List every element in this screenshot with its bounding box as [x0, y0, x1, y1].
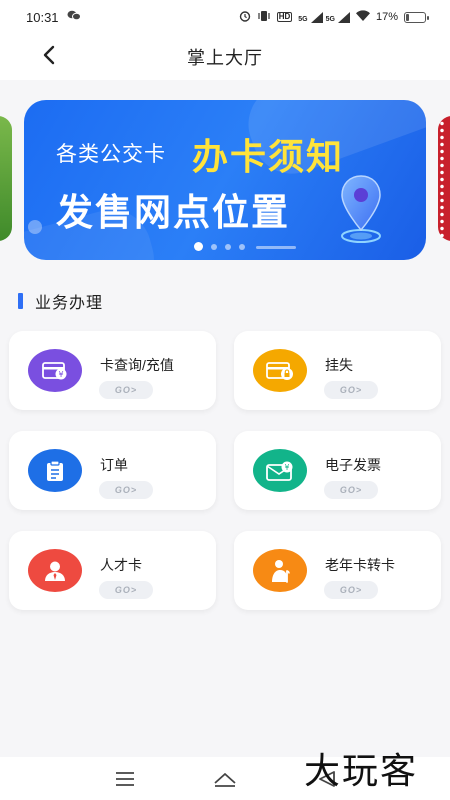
status-time: 10:31	[26, 9, 59, 25]
service-label: 卡查询/充值	[100, 357, 174, 373]
carousel-dot[interactable]	[225, 243, 231, 250]
service-card-senior-card-transfer[interactable]: 老年卡转卡 GO>	[234, 531, 441, 610]
service-label: 挂失	[325, 357, 353, 373]
carousel-dot[interactable]	[194, 242, 203, 251]
invoice-envelope-icon: ¥	[253, 449, 307, 492]
person-icon	[28, 549, 82, 592]
location-pin-icon	[338, 174, 384, 244]
network-label: 5G	[325, 15, 335, 23]
next-slide-preview[interactable]	[438, 116, 450, 241]
svg-text:¥: ¥	[58, 370, 63, 379]
go-button[interactable]: GO>	[324, 481, 378, 499]
prev-slide-preview[interactable]	[0, 116, 12, 241]
carousel-dot[interactable]	[239, 243, 245, 250]
service-label: 订单	[100, 457, 128, 473]
go-button[interactable]: GO>	[99, 581, 153, 599]
wechat-icon	[67, 10, 81, 24]
service-card-card-query-recharge[interactable]: ¥ 卡查询/充值 GO>	[9, 331, 216, 410]
go-button[interactable]: GO>	[99, 381, 153, 399]
banner-carousel[interactable]: 各类公交卡 办卡须知 发售网点位置	[0, 96, 450, 266]
status-bar: 10:31 HD 5G 5G 17%	[0, 0, 450, 34]
banner-highlight: 办卡须知	[192, 136, 345, 177]
elderly-person-icon	[253, 549, 307, 592]
card-lock-icon	[253, 349, 307, 392]
banner-slide[interactable]: 各类公交卡 办卡须知 发售网点位置	[24, 100, 426, 260]
service-label: 人才卡	[100, 557, 142, 573]
signal-icon: 5G 5G	[298, 11, 350, 23]
alarm-icon	[239, 10, 251, 25]
banner-decoration	[28, 220, 42, 234]
page-title: 掌上大厅	[187, 48, 263, 68]
network-label: 5G	[298, 15, 308, 23]
service-label: 电子发票	[325, 457, 381, 473]
banner-decoration	[256, 246, 296, 249]
back-button[interactable]	[34, 42, 64, 72]
go-button[interactable]: GO>	[324, 381, 378, 399]
service-card-talent-card[interactable]: 人才卡 GO>	[9, 531, 216, 610]
battery-level	[406, 13, 409, 21]
home-icon[interactable]	[210, 767, 240, 791]
card-yuan-icon: ¥	[28, 349, 82, 392]
menu-icon[interactable]	[110, 767, 140, 791]
app-header: 掌上大厅	[0, 34, 450, 80]
watermark-logo: 大玩客	[304, 751, 419, 792]
battery-icon	[404, 11, 429, 23]
service-label: 老年卡转卡	[325, 557, 395, 573]
hd-icon: HD	[276, 12, 293, 22]
chevron-left-icon	[42, 45, 56, 70]
banner-subtitle: 各类公交卡	[56, 143, 166, 166]
section-accent-bar	[18, 293, 23, 309]
carousel-dot[interactable]	[211, 243, 217, 250]
wifi-icon	[355, 10, 370, 24]
carousel-indicator	[194, 242, 245, 251]
go-button[interactable]: GO>	[324, 581, 378, 599]
service-card-report-loss[interactable]: 挂失 GO>	[234, 331, 441, 410]
svg-text:¥: ¥	[285, 463, 290, 472]
section-title: 业务办理	[35, 295, 104, 312]
banner-title: 发售网点位置	[56, 192, 290, 233]
service-card-orders[interactable]: 订单 GO>	[9, 431, 216, 510]
battery-percent: 17%	[375, 11, 398, 23]
vibrate-icon	[257, 10, 271, 25]
service-card-e-invoice[interactable]: ¥ 电子发票 GO>	[234, 431, 441, 510]
clipboard-icon	[28, 449, 82, 492]
section-header: 业务办理	[18, 289, 103, 313]
go-button[interactable]: GO>	[99, 481, 153, 499]
